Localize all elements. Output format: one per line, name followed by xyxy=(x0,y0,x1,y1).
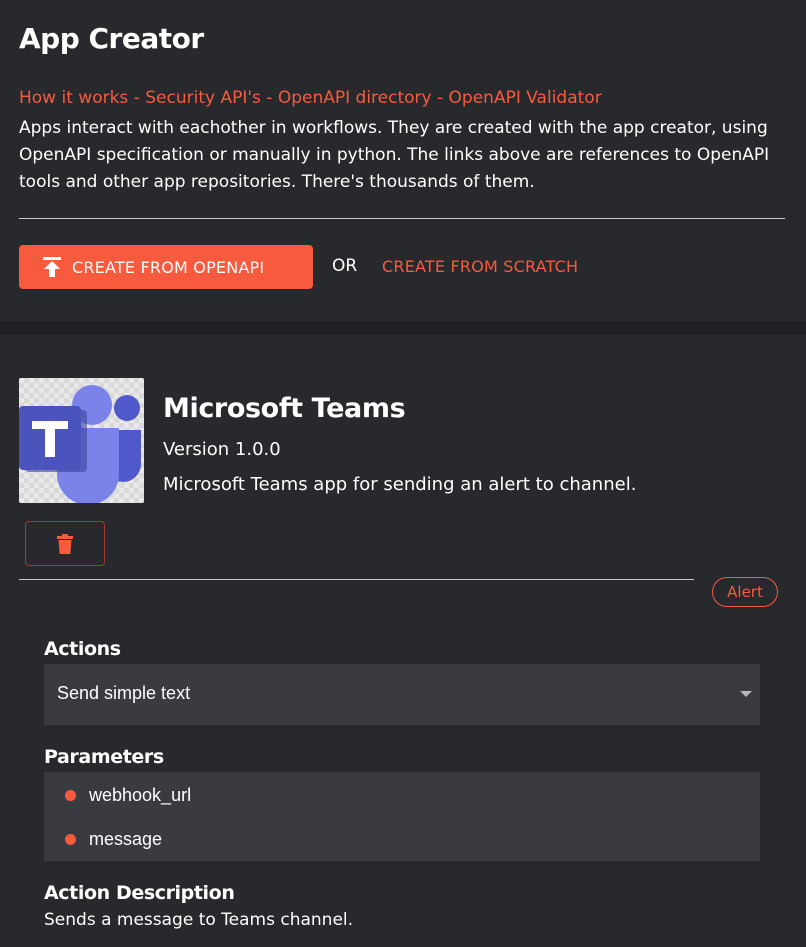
parameters-label: Parameters xyxy=(44,746,164,768)
link-security-apis[interactable]: Security API's xyxy=(145,88,261,108)
app-version: Version 1.0.0 xyxy=(163,439,281,460)
parameter-name: webhook_url xyxy=(89,785,192,805)
intro-text: Apps interact with eachother in workflow… xyxy=(19,118,770,192)
actions-select-value: Send simple text xyxy=(57,683,191,703)
required-dot-icon xyxy=(65,834,76,845)
trash-icon xyxy=(57,533,73,554)
create-from-openapi-label: CREATE FROM OPENAPI xyxy=(72,257,265,277)
link-openapi-validator[interactable]: OpenAPI Validator xyxy=(449,88,602,108)
link-openapi-directory[interactable]: OpenAPI directory xyxy=(278,88,432,108)
link-separator: - xyxy=(266,88,278,108)
divider xyxy=(19,579,694,580)
delete-app-button[interactable] xyxy=(25,521,105,566)
chevron-down-icon xyxy=(740,691,752,697)
category-chip[interactable]: Alert xyxy=(712,577,778,607)
divider xyxy=(19,218,785,219)
panel-separator xyxy=(0,321,806,335)
link-how-it-works[interactable]: How it works xyxy=(19,88,128,108)
parameter-name: message xyxy=(89,829,163,849)
microsoft-teams-logo-icon xyxy=(19,378,144,503)
required-dot-icon xyxy=(65,790,76,801)
page-title: App Creator xyxy=(19,22,204,55)
create-from-scratch-button[interactable]: CREATE FROM SCRATCH xyxy=(382,257,578,276)
create-from-openapi-button[interactable]: CREATE FROM OPENAPI xyxy=(19,245,313,289)
parameters-list: webhook_url message xyxy=(44,772,760,861)
action-description-label: Action Description xyxy=(44,882,235,904)
link-separator: - xyxy=(437,88,449,108)
app-name: Microsoft Teams xyxy=(163,393,406,424)
link-separator: - xyxy=(133,88,146,108)
actions-select[interactable]: Send simple text xyxy=(44,664,760,725)
list-item: webhook_url xyxy=(65,785,191,806)
upload-icon xyxy=(43,257,61,277)
action-description-text: Sends a message to Teams channel. xyxy=(44,910,354,930)
app-description: Microsoft Teams app for sending an alert… xyxy=(163,474,637,495)
actions-label: Actions xyxy=(44,638,121,660)
list-item: message xyxy=(65,829,162,850)
app-creator-panel: App Creator How it works - Security API'… xyxy=(0,0,806,321)
reference-links: How it works - Security API's - OpenAPI … xyxy=(19,88,602,108)
or-label: OR xyxy=(332,256,358,276)
